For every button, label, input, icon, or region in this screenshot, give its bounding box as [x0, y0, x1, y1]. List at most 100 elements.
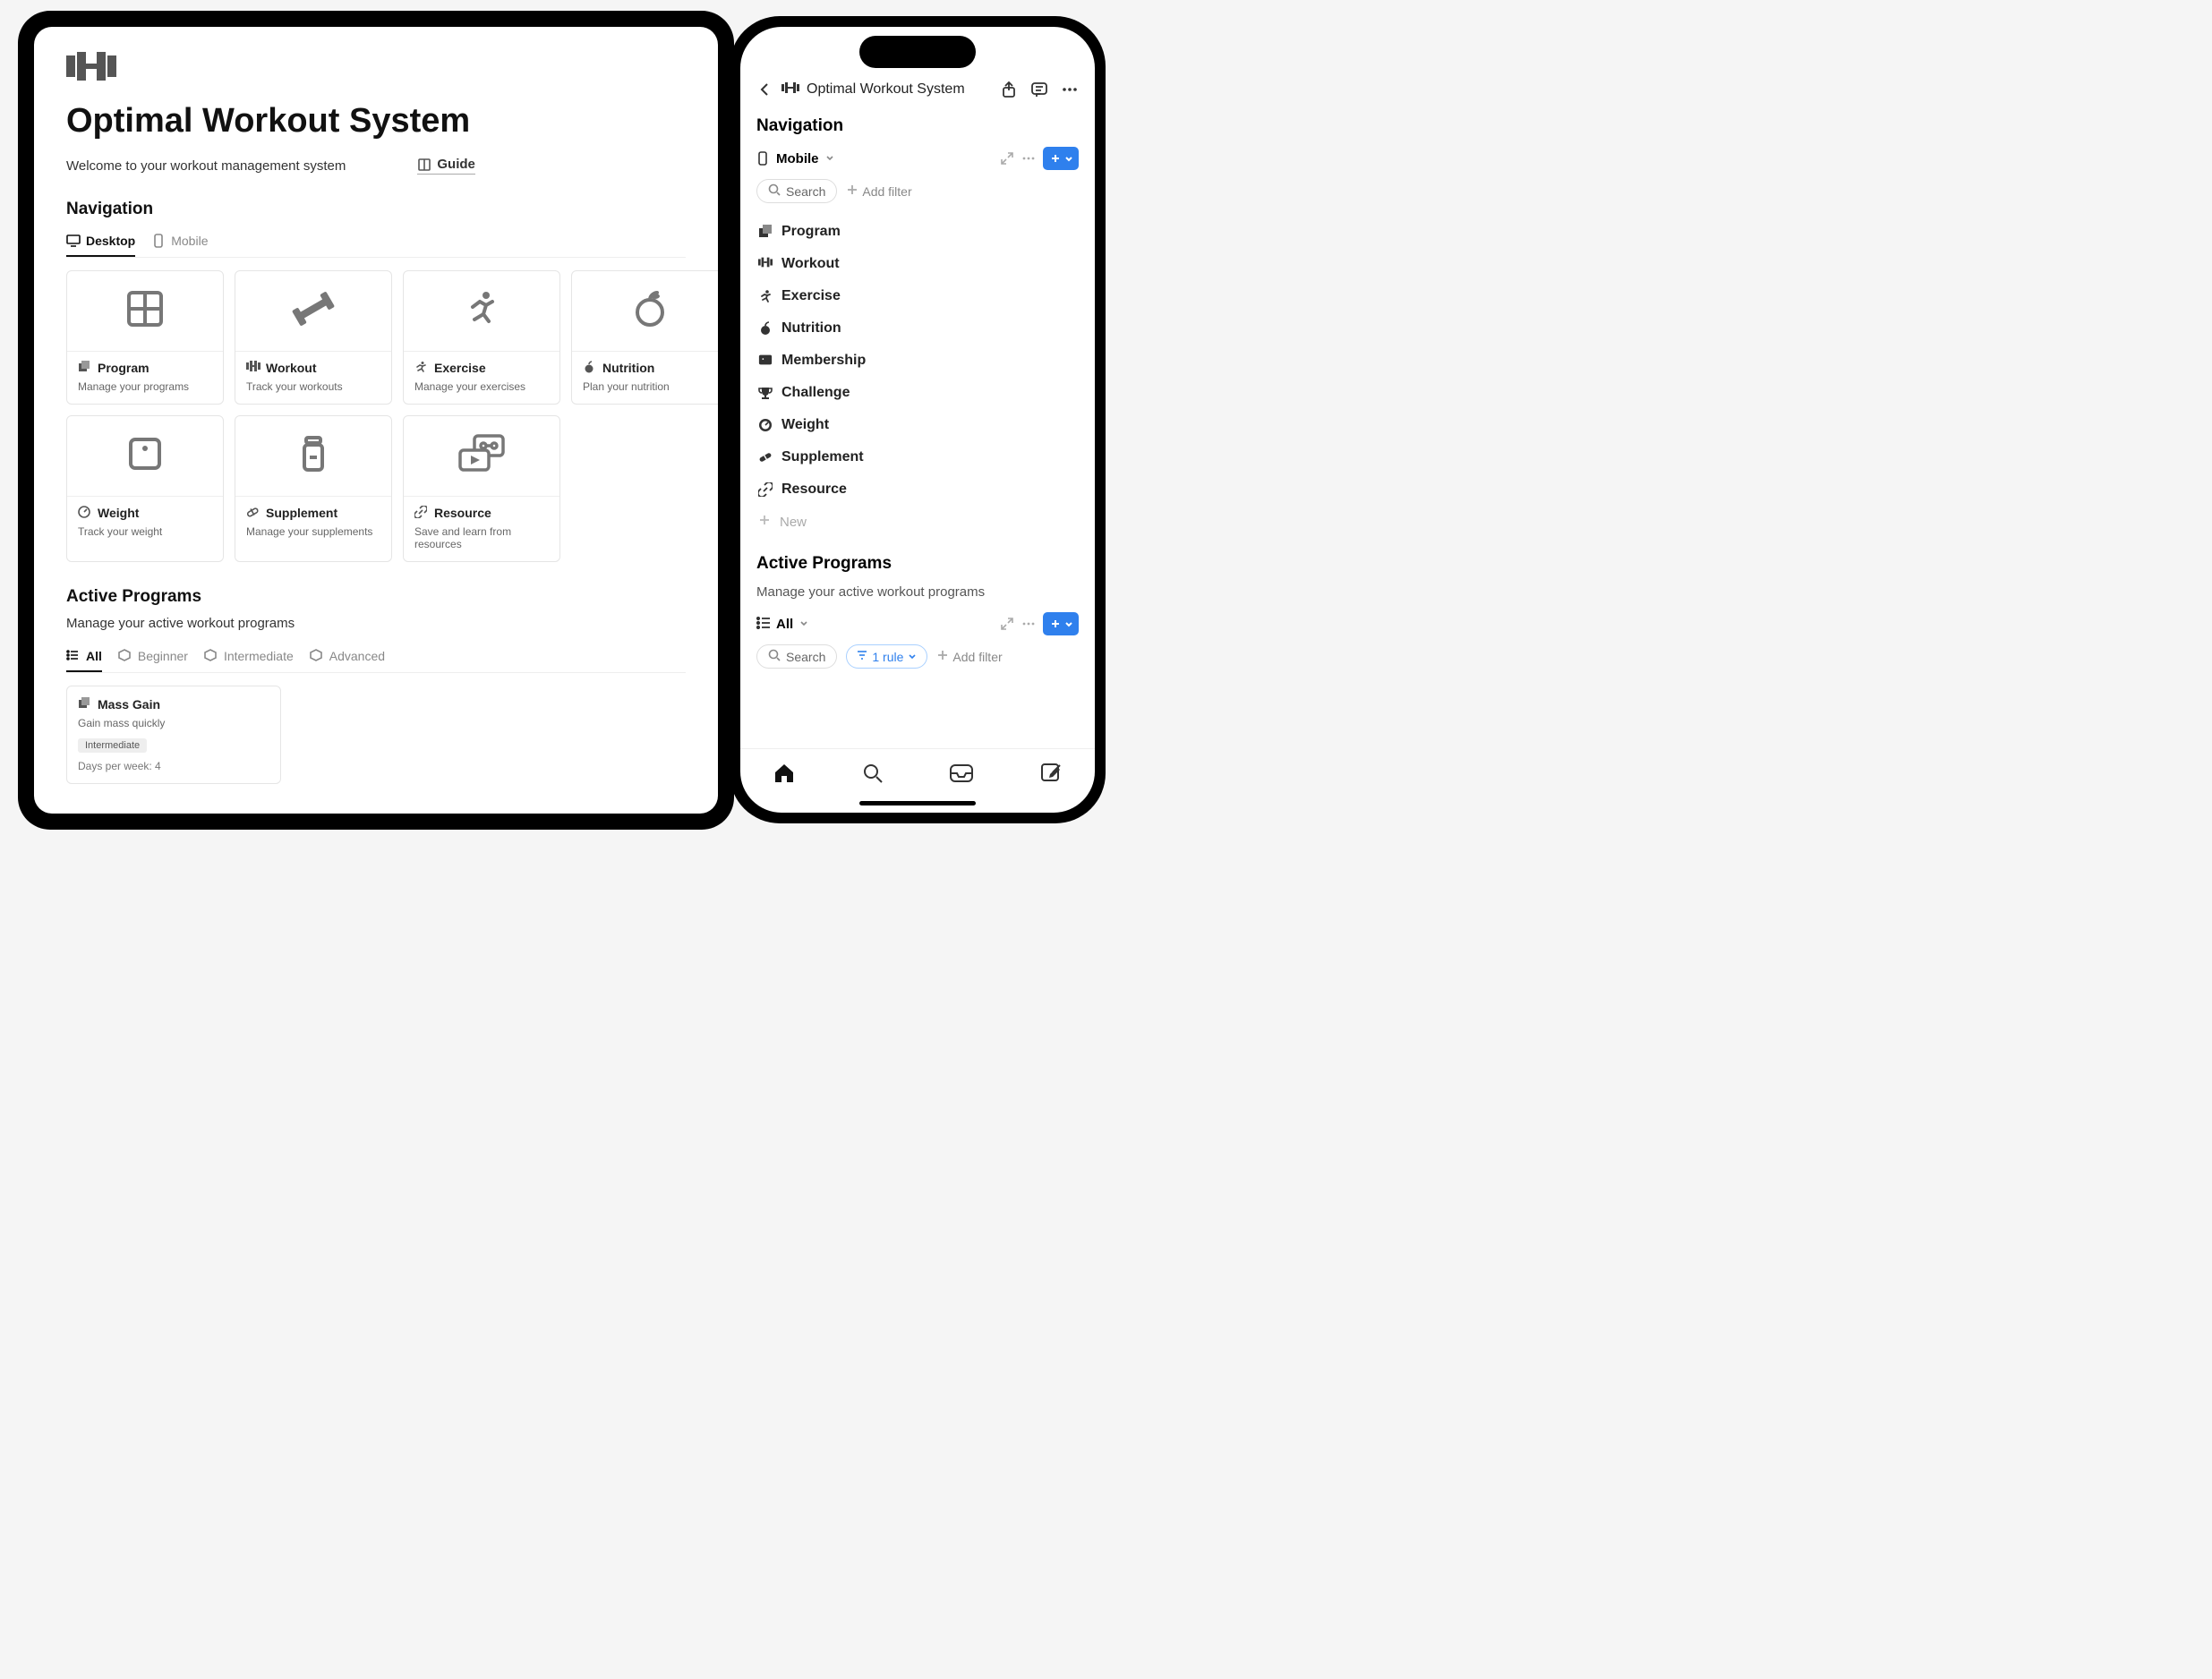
navigation-section-title: Navigation [66, 200, 686, 219]
nav-item-workout[interactable]: Workout [756, 248, 1079, 280]
card-title: Program [98, 361, 149, 375]
nav-card-program[interactable]: Program Manage your programs [66, 270, 224, 405]
guide-link[interactable]: Guide [417, 157, 475, 175]
search-icon [768, 183, 781, 199]
nav-card-weight[interactable]: Weight Track your weight [66, 415, 224, 562]
ap-add-filter-button[interactable]: Add filter [936, 649, 1002, 664]
tab-compose[interactable] [1039, 762, 1063, 789]
card-image [67, 271, 223, 352]
mobile-icon [151, 234, 166, 248]
tab-home[interactable] [773, 762, 796, 789]
program-card-tag: Intermediate [78, 738, 147, 753]
tablet-screen: Optimal Workout System Welcome to your w… [34, 27, 718, 814]
phone-ap-title: Active Programs [756, 554, 1079, 574]
running-small-icon [758, 289, 773, 303]
active-programs-title: Active Programs [66, 587, 686, 607]
ap-expand-button[interactable] [1000, 617, 1014, 631]
ap-new-button[interactable] [1043, 612, 1079, 635]
comment-button[interactable] [1030, 81, 1048, 98]
ap-search-button[interactable]: Search [756, 644, 837, 669]
card-image [572, 271, 718, 352]
nav-item-resource[interactable]: Resource [756, 473, 1079, 506]
program-card-mass-gain[interactable]: Mass Gain Gain mass quickly Intermediate… [66, 686, 281, 784]
list-icon [66, 649, 81, 663]
view-selector-label: Mobile [776, 151, 819, 166]
filter-intermediate[interactable]: Intermediate [204, 645, 294, 672]
search-button[interactable]: Search [756, 179, 837, 203]
running-icon [462, 289, 501, 333]
filter-rule-pill[interactable]: 1 rule [846, 644, 927, 669]
grid-icon [125, 289, 165, 333]
page-title: Optimal Workout System [66, 102, 686, 141]
nav-item-nutrition[interactable]: Nutrition [756, 312, 1079, 345]
hexagon-icon [118, 649, 132, 663]
nav-item-weight[interactable]: Weight [756, 409, 1079, 441]
card-image [404, 416, 559, 497]
more-button[interactable] [1061, 81, 1079, 98]
link-icon [758, 482, 773, 497]
card-image [235, 271, 391, 352]
expand-button[interactable] [1000, 151, 1014, 166]
view-more-button[interactable] [1021, 151, 1036, 166]
guide-link-label: Guide [437, 157, 475, 172]
nav-card-nutrition[interactable]: Nutrition Plan your nutrition [571, 270, 718, 405]
phone-content: Navigation Mobile [740, 107, 1095, 748]
filter-label: Intermediate [224, 649, 294, 663]
filter-all[interactable]: All [66, 645, 102, 672]
nav-card-exercise[interactable]: Exercise Manage your exercises [403, 270, 560, 405]
card-title: Weight [98, 506, 139, 520]
share-button[interactable] [1000, 81, 1018, 98]
nav-card-supplement[interactable]: Supplement Manage your supplements [235, 415, 392, 562]
card-desc: Save and learn from resources [414, 525, 549, 550]
ap-view-label: All [776, 617, 793, 632]
rule-label: 1 rule [872, 650, 903, 664]
filter-label: All [86, 649, 102, 663]
new-page-button[interactable]: New [756, 506, 1079, 538]
phone-nav-title: Navigation [756, 116, 1079, 136]
nav-item-challenge[interactable]: Challenge [756, 377, 1079, 409]
program-card-meta: Days per week: 4 [78, 760, 269, 772]
nav-item-label: Challenge [781, 385, 850, 401]
card-image [404, 271, 559, 352]
tab-inbox[interactable] [949, 763, 974, 788]
nav-item-exercise[interactable]: Exercise [756, 280, 1079, 312]
tablet-device: Optimal Workout System Welcome to your w… [18, 11, 734, 830]
view-selector[interactable]: Mobile [756, 151, 835, 166]
filter-advanced[interactable]: Advanced [310, 645, 385, 672]
tab-search[interactable] [861, 762, 884, 789]
card-desc: Manage your exercises [414, 380, 549, 393]
tab-desktop[interactable]: Desktop [66, 228, 135, 257]
new-button[interactable] [1043, 147, 1079, 170]
ap-more-button[interactable] [1021, 617, 1036, 631]
ap-view-selector[interactable]: All [756, 617, 809, 632]
card-desc: Track your workouts [246, 380, 380, 393]
nav-item-membership[interactable]: Membership [756, 345, 1079, 377]
desktop-icon [66, 234, 81, 248]
mobile-icon [756, 151, 771, 166]
nav-item-label: Nutrition [781, 320, 841, 337]
add-filter-button[interactable]: Add filter [846, 183, 911, 199]
nav-view-tabs: Desktop Mobile [66, 228, 686, 258]
chevron-down-icon [799, 617, 809, 632]
tab-mobile[interactable]: Mobile [151, 228, 208, 257]
card-title: Nutrition [602, 361, 654, 375]
nav-item-label: Membership [781, 353, 866, 369]
back-button[interactable] [756, 81, 773, 98]
gauge-icon [758, 418, 773, 432]
nav-item-supplement[interactable]: Supplement [756, 441, 1079, 473]
filter-beginner[interactable]: Beginner [118, 645, 188, 672]
nav-item-program[interactable]: Program [756, 216, 1079, 248]
ap-add-filter-label: Add filter [952, 650, 1002, 664]
dumbbell-icon [292, 287, 335, 335]
apple-small-icon [583, 361, 597, 375]
welcome-text: Welcome to your workout management syste… [66, 158, 346, 174]
hexagon-icon [310, 649, 324, 663]
pill-icon [758, 450, 773, 464]
nav-card-resource[interactable]: Resource Save and learn from resources [403, 415, 560, 562]
nav-card-workout[interactable]: Workout Track your workouts [235, 270, 392, 405]
hexagon-icon [204, 649, 218, 663]
link-icon [414, 506, 429, 520]
chevron-down-icon [907, 650, 918, 664]
book-icon [417, 158, 431, 172]
media-icon [457, 434, 507, 478]
